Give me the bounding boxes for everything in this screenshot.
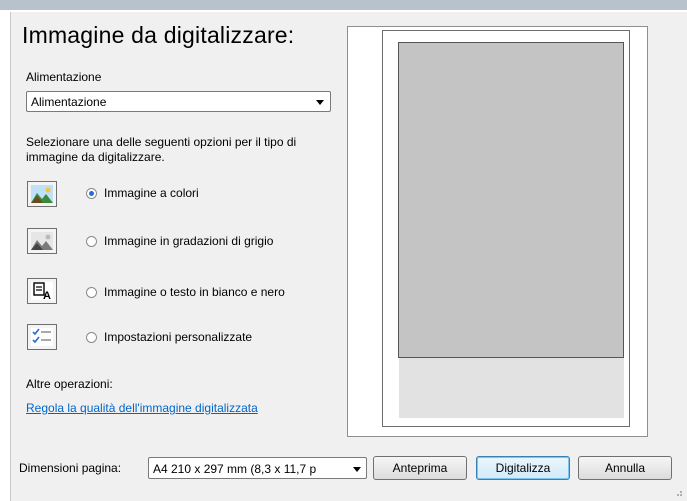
option-grayscale-label[interactable]: Immagine in gradazioni di grigio [104, 234, 273, 248]
page-size-label: Dimensioni pagina: [19, 461, 122, 475]
feed-label: Alimentazione [26, 70, 102, 84]
preview-button[interactable]: Anteprima [373, 456, 467, 480]
cancel-button[interactable]: Annulla [578, 456, 672, 480]
dialog-heading: Immagine da digitalizzare: [22, 22, 295, 48]
feed-dropdown-value: Alimentazione [31, 95, 107, 109]
preview-scan-area[interactable] [398, 42, 624, 358]
image-type-description: Selezionare una delle seguenti opzioni p… [26, 135, 297, 164]
chevron-down-icon [316, 100, 324, 105]
resize-grip-icon[interactable] [673, 487, 683, 497]
radio-color[interactable] [86, 188, 97, 199]
chevron-down-icon [353, 467, 361, 472]
option-color-label[interactable]: Immagine a colori [104, 186, 199, 200]
svg-text:A: A [43, 290, 51, 300]
radio-black-white[interactable] [86, 287, 97, 298]
option-black-white-label[interactable]: Immagine o testo in bianco e nero [104, 285, 285, 299]
window-top-border [0, 0, 687, 10]
scan-button[interactable]: Digitalizza [476, 456, 570, 480]
option-custom-label[interactable]: Impostazioni personalizzate [104, 330, 252, 344]
feed-dropdown[interactable]: Alimentazione [26, 91, 331, 112]
color-photo-icon[interactable] [27, 181, 57, 207]
radio-grayscale[interactable] [86, 236, 97, 247]
adjust-quality-link[interactable]: Regola la qualità dell'immagine digitali… [26, 401, 258, 415]
grayscale-photo-icon[interactable] [27, 228, 57, 254]
black-white-text-icon[interactable]: A [27, 278, 57, 304]
custom-settings-icon[interactable] [27, 324, 57, 350]
preview-page-margin [399, 358, 624, 418]
radio-custom[interactable] [86, 332, 97, 343]
other-operations-label: Altre operazioni: [26, 377, 113, 391]
page-size-value: A4 210 x 297 mm (8,3 x 11,7 p [153, 462, 317, 476]
page-size-dropdown[interactable]: A4 210 x 297 mm (8,3 x 11,7 p [148, 457, 367, 479]
